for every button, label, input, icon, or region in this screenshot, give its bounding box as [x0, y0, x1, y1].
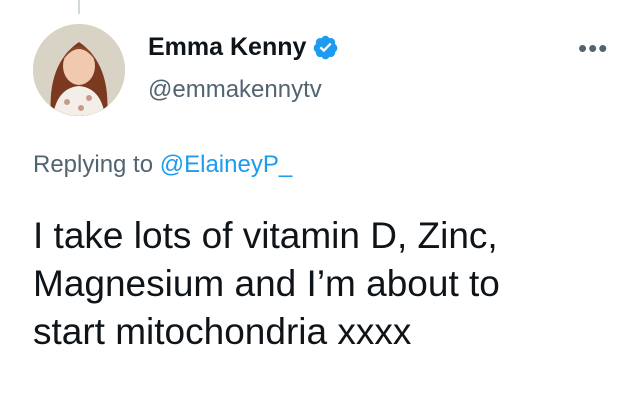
replying-to-prefix: Replying to: [33, 151, 160, 178]
tweet-text: I take lots of vitamin D, Zinc, Magnesiu…: [33, 212, 613, 356]
verified-badge-icon: [312, 34, 339, 61]
tweet-card: Emma Kenny @emmakennytv ••• Replying to …: [0, 0, 640, 405]
tweet-text-line: I take lots of vitamin D, Zinc,: [33, 215, 498, 256]
author-display-name[interactable]: Emma Kenny: [148, 32, 306, 62]
reply-mention-link[interactable]: @ElaineyP_: [160, 151, 292, 178]
author-handle[interactable]: @emmakennytv: [148, 76, 322, 104]
tweet-text-line: start mitochondria xxxx: [33, 311, 412, 352]
author-name-row[interactable]: Emma Kenny: [148, 32, 339, 62]
thread-line: [78, 0, 80, 14]
avatar[interactable]: [33, 24, 125, 116]
more-icon[interactable]: •••: [578, 35, 608, 61]
avatar-image: [33, 24, 125, 116]
tweet-text-line: Magnesium and I’m about to: [33, 263, 500, 304]
replying-to: Replying to @ElaineyP_: [33, 150, 292, 180]
